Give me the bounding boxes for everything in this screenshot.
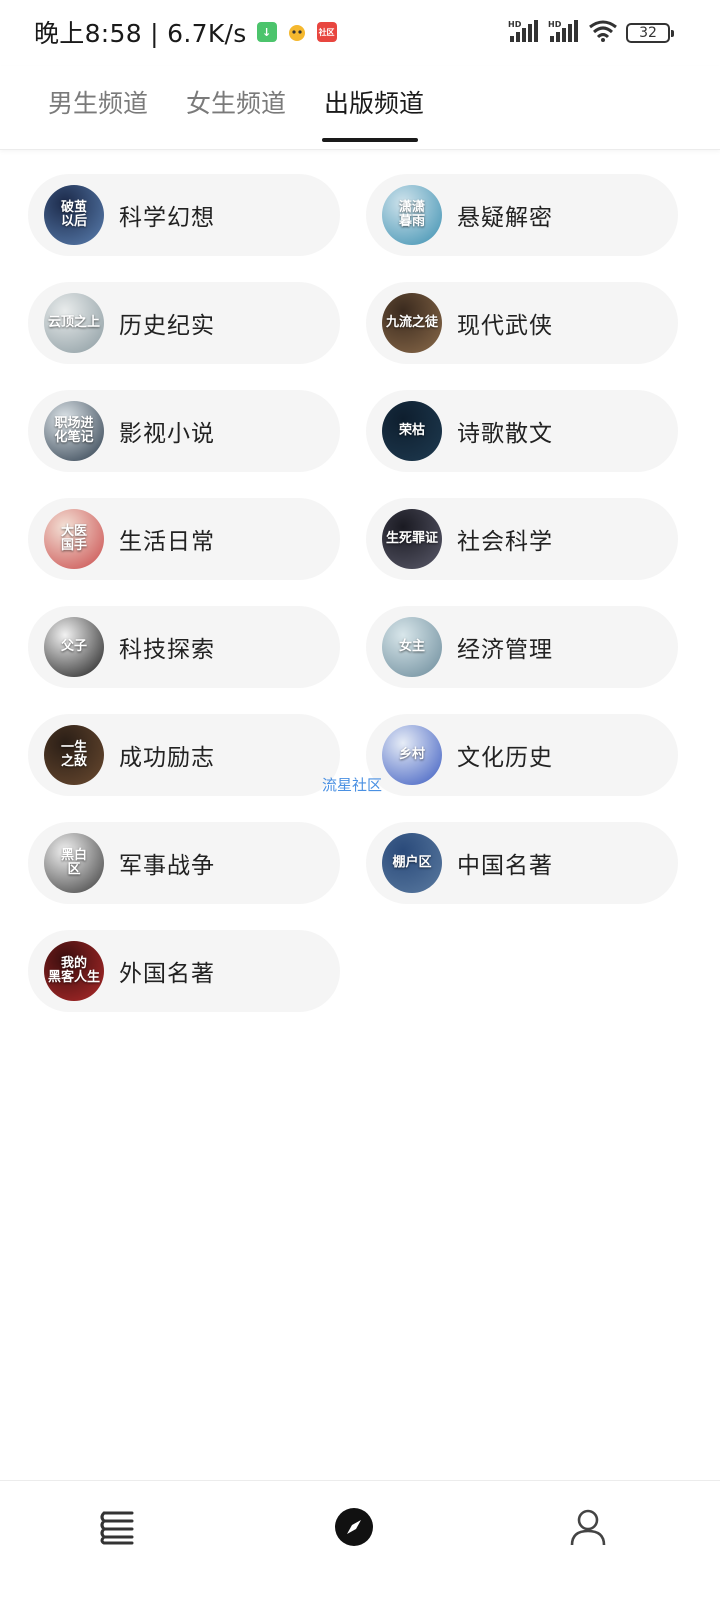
tab-female-channel[interactable]: 女生频道: [186, 84, 286, 120]
category-card[interactable]: 生死罪证 社会科学: [366, 498, 678, 580]
active-tab-indicator: [322, 138, 418, 142]
category-card[interactable]: 我的 黑客人生 外国名著: [28, 930, 340, 1012]
nav-profile[interactable]: [566, 1505, 610, 1549]
category-label: 科技探索: [119, 637, 215, 663]
category-card[interactable]: 潇潇 暮雨 悬疑解密: [366, 174, 678, 256]
book-cover-thumbnail: 棚户区: [382, 833, 442, 893]
category-label: 社会科学: [457, 529, 553, 555]
book-cover-thumbnail: 九流之徒: [382, 293, 442, 353]
category-label: 历史纪实: [119, 313, 215, 339]
category-card[interactable]: 荣枯 诗歌散文: [366, 390, 678, 472]
book-cover-thumbnail: 云顶之上: [44, 293, 104, 353]
category-card[interactable]: 九流之徒 现代武侠: [366, 282, 678, 364]
nav-bookshelf[interactable]: [96, 1505, 140, 1549]
book-cover-thumbnail: 一生 之敌: [44, 725, 104, 785]
category-label: 中国名著: [457, 853, 553, 879]
tab-publishing-channel[interactable]: 出版频道: [324, 84, 424, 120]
status-time: 晚上8:58 | 6.7K/s: [34, 19, 247, 48]
bookshelf-icon: [100, 1511, 134, 1545]
category-label: 文化历史: [457, 745, 553, 771]
community-app-icon: 社区: [316, 22, 337, 42]
channel-tabs: 男生频道 女生频道 出版频道: [0, 66, 720, 150]
download-icon: ↓: [256, 22, 277, 42]
book-cover-thumbnail: 黑白 区: [44, 833, 104, 893]
signal-icon-2: HD: [548, 19, 580, 47]
category-card[interactable]: 破茧 以后 科学幻想: [28, 174, 340, 256]
book-cover-thumbnail: 职场进 化笔记: [44, 401, 104, 461]
signal-hd-label-1: HD: [508, 20, 522, 29]
book-cover-thumbnail: 荣枯: [382, 401, 442, 461]
category-card[interactable]: 云顶之上 历史纪实: [28, 282, 340, 364]
category-label: 经济管理: [457, 637, 553, 663]
nav-discover[interactable]: [332, 1505, 376, 1549]
category-grid: 破茧 以后 科学幻想 潇潇 暮雨 悬疑解密 云顶之上 历史纪实 九流之徒 现代武侠 职场进 化笔…: [28, 174, 692, 1012]
bottom-nav: [0, 1480, 720, 1600]
book-cover-thumbnail: 女主: [382, 617, 442, 677]
category-label: 生活日常: [119, 529, 215, 555]
book-cover-thumbnail: 乡村: [382, 725, 442, 785]
category-label: 军事战争: [119, 853, 215, 879]
category-label: 成功励志: [119, 745, 215, 771]
book-cover-thumbnail: 大医 国手: [44, 509, 104, 569]
book-cover-thumbnail: 生死罪证: [382, 509, 442, 569]
category-card[interactable]: 大医 国手 生活日常: [28, 498, 340, 580]
category-label: 科学幻想: [119, 205, 215, 231]
category-label: 影视小说: [119, 421, 215, 447]
category-label: 现代武侠: [457, 313, 553, 339]
category-label: 诗歌散文: [457, 421, 553, 447]
game-app-icon: [287, 22, 307, 42]
category-card[interactable]: 黑白 区军事战争: [28, 822, 340, 904]
category-card[interactable]: 职场进 化笔记 影视小说: [28, 390, 340, 472]
book-cover-thumbnail: 父子: [44, 617, 104, 677]
tab-male-channel[interactable]: 男生频道: [48, 84, 148, 120]
category-label: 外国名著: [119, 961, 215, 987]
status-right: HD HD 32: [508, 18, 674, 48]
wifi-icon: [588, 19, 618, 47]
signal-hd-label-2: HD: [548, 20, 562, 29]
category-card[interactable]: 乡村 文化历史: [366, 714, 678, 796]
status-bar: 晚上8:58 | 6.7K/s ↓ 社区 HD HD 32: [0, 0, 720, 66]
category-card[interactable]: 一生 之敌 成功励志: [28, 714, 340, 796]
watermark: 流星社区: [322, 776, 383, 794]
book-cover-thumbnail: 我的 黑客人生: [44, 941, 104, 1001]
battery-icon: 32: [626, 23, 674, 43]
compass-icon: [335, 1508, 373, 1546]
signal-icon-1: HD: [508, 19, 540, 47]
category-card[interactable]: 父子 科技探索: [28, 606, 340, 688]
user-icon: [570, 1509, 606, 1546]
category-card[interactable]: 女主 经济管理: [366, 606, 678, 688]
category-card[interactable]: 棚户区 中国名著: [366, 822, 678, 904]
category-label: 悬疑解密: [457, 205, 553, 231]
book-cover-thumbnail: 破茧 以后: [44, 185, 104, 245]
status-left: 晚上8:58 | 6.7K/s ↓ 社区: [34, 14, 337, 50]
book-cover-thumbnail: 潇潇 暮雨: [382, 185, 442, 245]
